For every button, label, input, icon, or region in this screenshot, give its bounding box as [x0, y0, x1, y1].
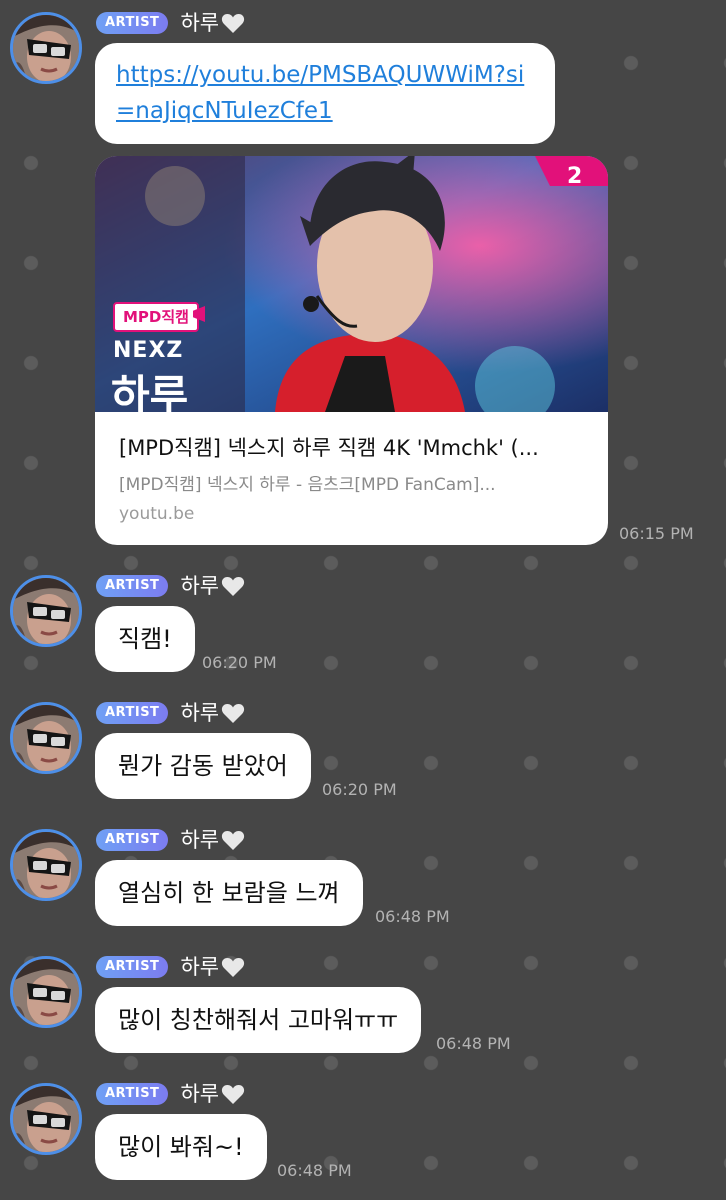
heart-icon [221, 575, 245, 597]
heart-icon [221, 829, 245, 851]
artist-badge: ARTIST [96, 829, 169, 851]
nickname: 하루 [180, 574, 220, 598]
message-time: 06:15 PM [619, 524, 694, 543]
message-bubble: 많이 칭찬해줘서 고마워ㅠㅠ [95, 987, 422, 1053]
chat-message: ARTIST 하루 많이 칭찬해줘서 고마워ㅠㅠ 06:48 PM [0, 944, 726, 1064]
preview-thumbnail[interactable]: 2 MPD직캠 NEXZ 하루 [95, 156, 608, 412]
artist-badge: ARTIST [96, 1083, 169, 1105]
avatar[interactable] [10, 575, 82, 647]
preview-title: [MPD직캠] 넥스지 하루 직캠 4K 'Mmchk' (... [119, 436, 539, 460]
link-preview-card[interactable]: 2 MPD직캠 NEXZ 하루 [MPD직캠] 넥스지 하루 직캠 4K 'Mm… [95, 156, 608, 545]
message-bubble: https://youtu.be/PMSBAQUWWiM?si=naJiqcNT… [95, 43, 555, 144]
nickname: 하루 [180, 701, 220, 725]
message-bubble: 열심히 한 보람을 느껴 [95, 860, 363, 926]
message-header: ARTIST 하루 [96, 827, 245, 853]
artist-badge: ARTIST [96, 12, 169, 34]
artist-badge: ARTIST [96, 575, 169, 597]
message-header: ARTIST 하루 [96, 954, 245, 980]
artist-badge: ARTIST [96, 956, 169, 978]
preview-tag: MPD직캠 [113, 302, 199, 332]
nickname: 하루 [180, 11, 220, 35]
artist-badge: ARTIST [96, 702, 169, 724]
avatar[interactable] [10, 702, 82, 774]
message-time: 06:48 PM [375, 907, 450, 926]
message-header: ARTIST 하루 [96, 1081, 245, 1107]
preview-group: NEXZ [113, 338, 184, 363]
nickname: 하루 [180, 955, 220, 979]
preview-member: 하루 [111, 371, 189, 412]
message-time: 06:48 PM [277, 1161, 352, 1180]
message-header: ARTIST 하루 [96, 573, 245, 599]
nickname: 하루 [180, 1082, 220, 1106]
heart-icon [221, 12, 245, 34]
avatar[interactable] [10, 12, 82, 84]
message-time: 06:20 PM [202, 653, 277, 672]
avatar[interactable] [10, 829, 82, 901]
preview-description: [MPD직캠] 넥스지 하루 - 음츠크[MPD FanCam]... [119, 475, 496, 495]
avatar[interactable] [10, 1083, 82, 1155]
heart-icon [221, 1083, 245, 1105]
message-bubble: 뭔가 감동 받았어 [95, 733, 311, 799]
chat-message: ARTIST 하루 직캠! 06:20 PM [0, 563, 726, 683]
message-header: ARTIST 하루 [96, 700, 245, 726]
message-header: ARTIST 하루 [96, 10, 245, 36]
chat-message: ARTIST 하루 열심히 한 보람을 느껴 06:48 PM [0, 817, 726, 937]
link-url[interactable]: https://youtu.be/PMSBAQUWWiM?si=naJiqcNT… [116, 62, 524, 124]
chat-message: ARTIST 하루 많이 봐줘~! 06:48 PM [0, 1071, 726, 1191]
heart-icon [221, 956, 245, 978]
message-time: 06:48 PM [436, 1034, 511, 1053]
message-time: 06:20 PM [322, 780, 397, 799]
message-bubble: 직캠! [95, 606, 195, 672]
chat-message: ARTIST 하루 https://youtu.be/PMSBAQUWWiM?s… [0, 0, 726, 560]
message-bubble: 많이 봐줘~! [95, 1114, 267, 1180]
svg-text:2: 2 [567, 164, 582, 189]
heart-icon [221, 702, 245, 724]
nickname: 하루 [180, 828, 220, 852]
preview-domain: youtu.be [119, 504, 195, 524]
avatar[interactable] [10, 956, 82, 1028]
chat-message: ARTIST 하루 뭔가 감동 받았어 06:20 PM [0, 690, 726, 810]
